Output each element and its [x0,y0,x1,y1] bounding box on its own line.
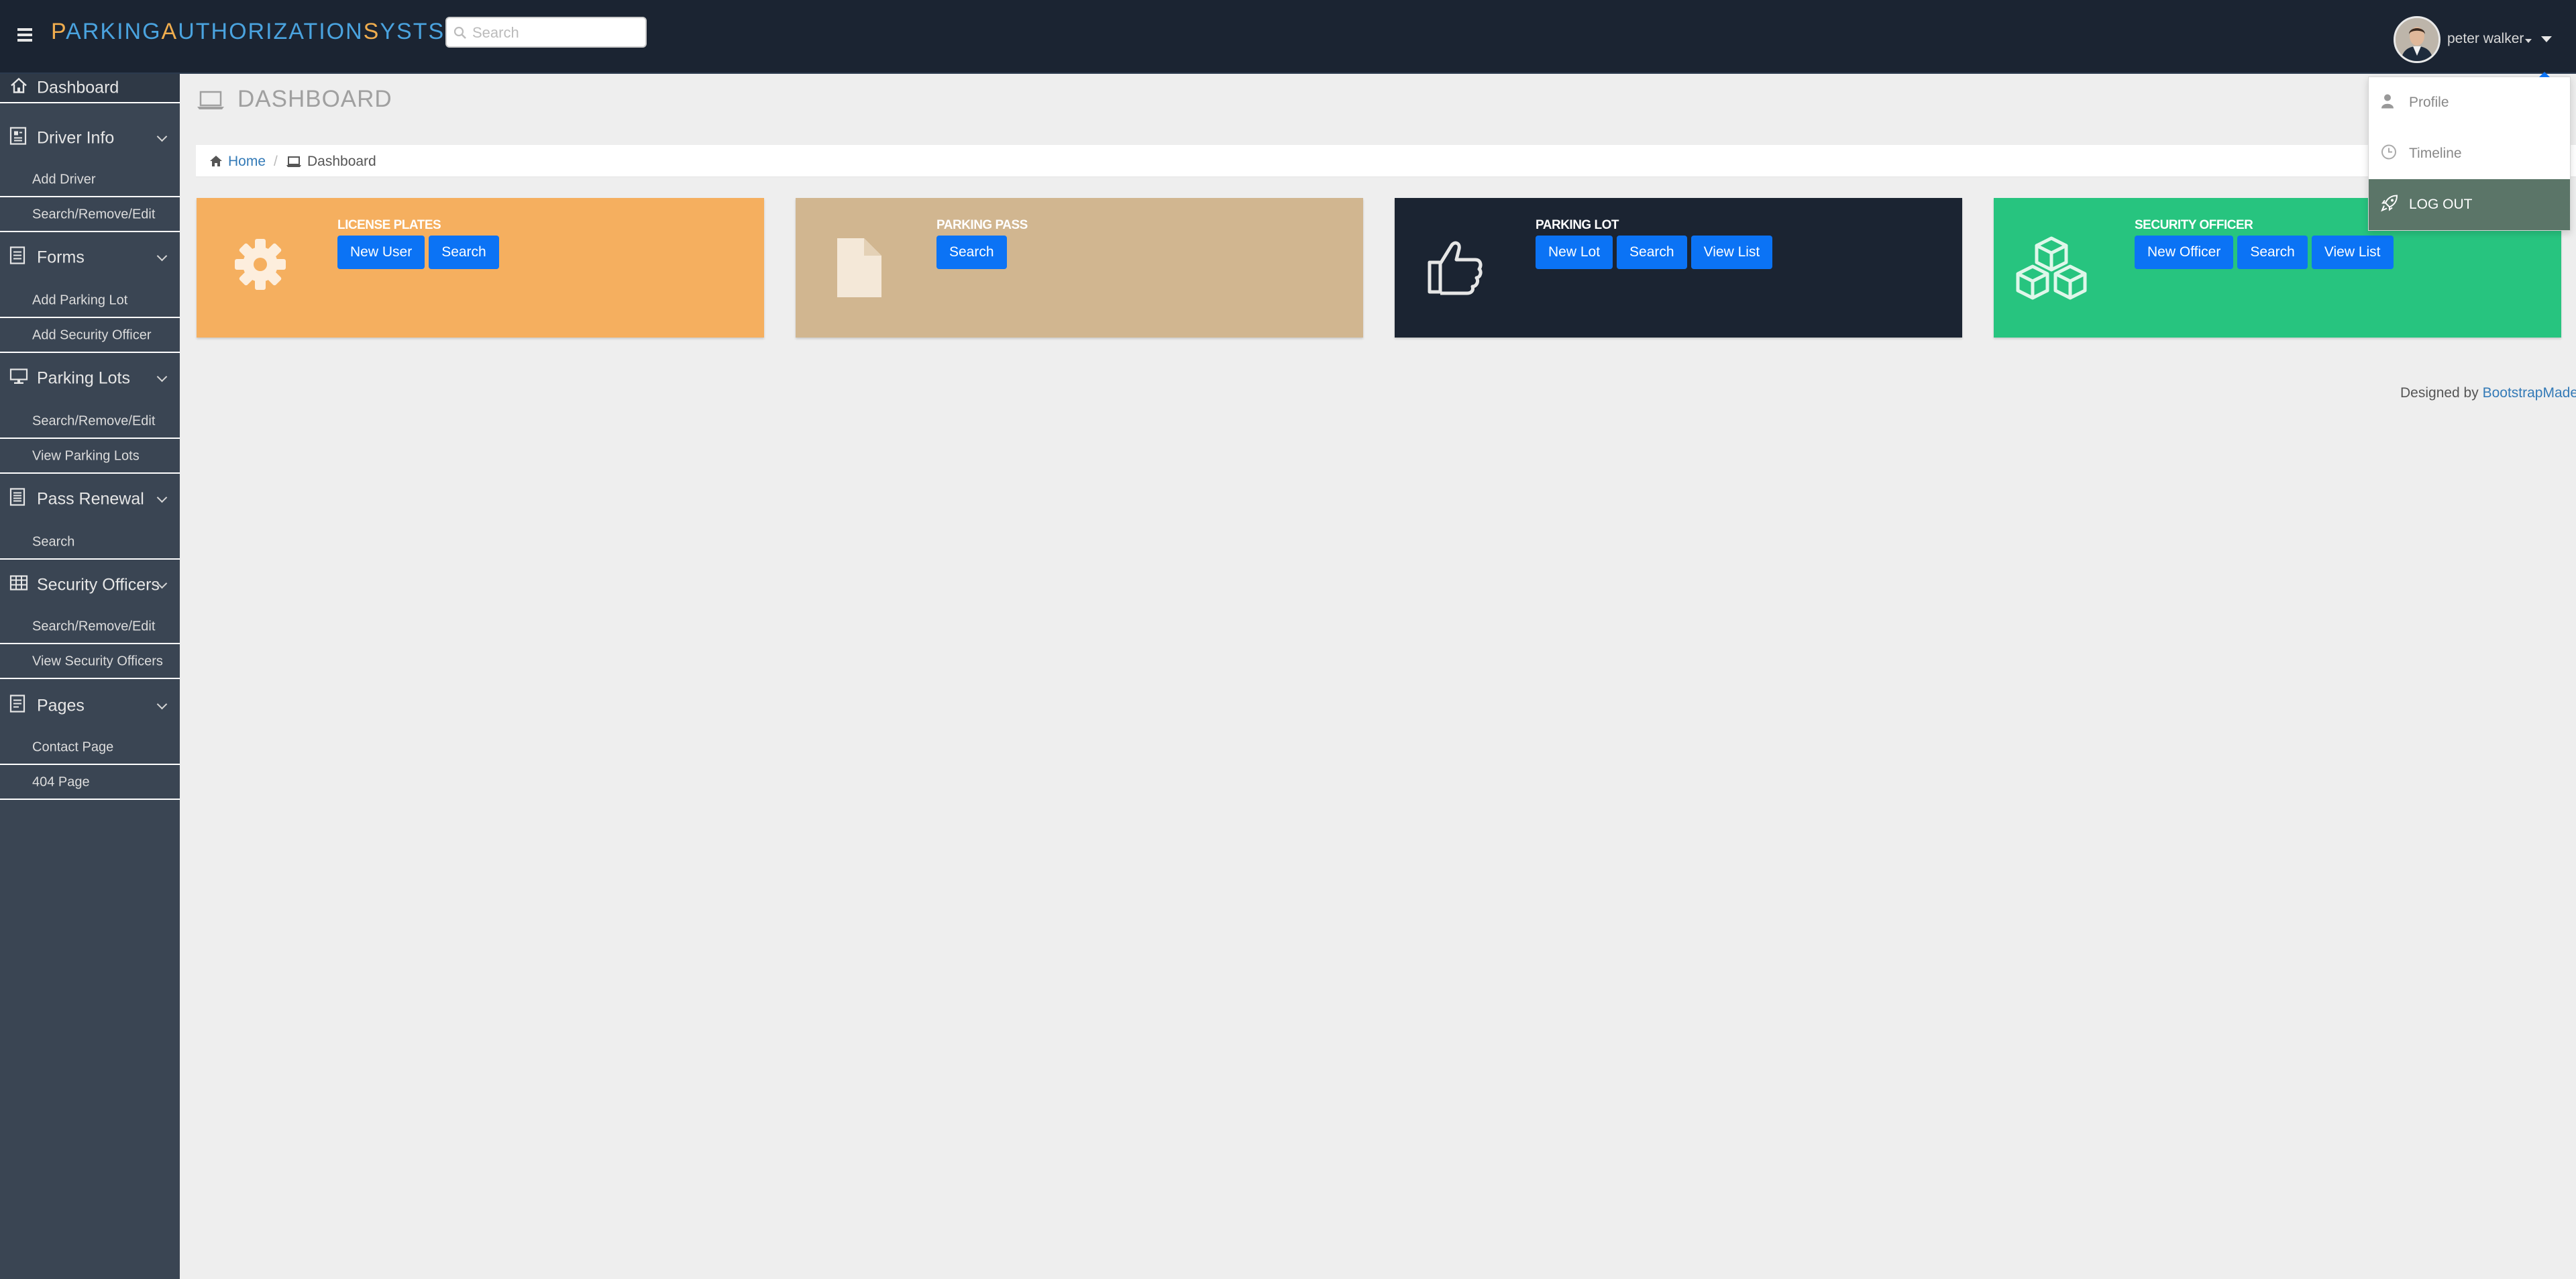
laptop-icon [197,91,224,109]
sidebar: Dashboard Driver Info Add Driver Search/… [0,74,180,1279]
home-icon [9,77,28,99]
breadcrumb-current: Dashboard [286,154,376,170]
sidebar-item-view-security-officers[interactable]: View Security Officers [0,646,180,679]
thumbs-up-icon [1428,241,1483,295]
license-search-button[interactable]: Search [429,236,499,269]
chevron-down-icon [156,131,168,142]
timeline-menu-item[interactable]: Timeline [2369,128,2570,179]
card-title: SECURITY OFFICER [2135,218,2253,232]
avatar[interactable] [2394,16,2440,63]
sidebar-item-add-parking-lot[interactable]: Add Parking Lot [0,285,180,318]
list-icon [9,488,25,511]
search-icon [453,26,466,39]
chevron-down-icon [156,492,168,503]
document-icon [9,246,25,270]
sidebar-item-forms[interactable]: Forms [0,242,180,274]
chevron-down-icon [156,699,168,710]
search-input[interactable] [471,22,641,44]
officer-view-list-button[interactable]: View List [2311,236,2394,269]
caret-down-icon[interactable] [2525,39,2532,43]
dropdown-pointer [2539,72,2550,77]
clock-icon [2381,144,2397,164]
brand-title[interactable]: PARKINGAUTHORIZATIONSYSTSEM [51,19,482,45]
top-bar: PARKINGAUTHORIZATIONSYSTSEM peter walker [0,0,2576,74]
sidebar-item-pass-search[interactable]: Search [0,526,180,560]
menu-toggle-icon[interactable] [17,25,32,46]
card-title: PARKING PASS [936,218,1028,232]
sidebar-item-view-parking-lots[interactable]: View Parking Lots [0,440,180,474]
pages-icon [9,695,25,718]
table-icon [9,574,28,597]
sidebar-item-parking-lots[interactable]: Parking Lots [0,362,180,395]
lot-view-list-button[interactable]: View List [1690,236,1773,269]
footer-credit: Designed by BootstrapMade [2400,385,2576,401]
lot-search-button[interactable]: Search [1617,236,1687,269]
profile-menu-item[interactable]: Profile [2369,77,2570,128]
dropdown-caret-icon[interactable] [2541,36,2552,42]
sidebar-item-dashboard[interactable]: Dashboard [0,74,180,103]
sidebar-item-lots-search[interactable]: Search/Remove/Edit [0,405,180,439]
chevron-down-icon [156,371,168,382]
sidebar-item-driver-search[interactable]: Search/Remove/Edit [0,199,180,232]
new-user-button[interactable]: New User [337,236,425,269]
breadcrumb: Home / Dashboard [196,145,2576,177]
home-icon [210,156,222,166]
sidebar-item-add-security-officer[interactable]: Add Security Officer [0,319,180,353]
sidebar-item-add-driver[interactable]: Add Driver [0,164,180,197]
gear-icon [235,239,286,290]
officer-search-button[interactable]: Search [2237,236,2308,269]
user-dropdown-menu: Profile Timeline LOG OUT [2368,72,2571,231]
user-name[interactable]: peter walker [2447,31,2524,47]
user-icon [2381,93,2394,113]
sidebar-item-pass-renewal[interactable]: Pass Renewal [0,483,180,515]
card-title: LICENSE PLATES [337,218,441,232]
bootstrapmade-link[interactable]: BootstrapMade [2483,385,2576,401]
card-license-plates: LICENSE PLATES New User Search [197,198,764,338]
card-parking-pass: PARKING PASS Search [796,198,1363,338]
search-box [445,17,647,48]
breadcrumb-home-link[interactable]: Home [209,154,266,170]
new-lot-button[interactable]: New Lot [1536,236,1613,269]
sidebar-item-driver-info[interactable]: Driver Info [0,122,180,154]
card-title: PARKING LOT [1536,218,1619,232]
sidebar-item-pages[interactable]: Pages [0,690,180,722]
chevron-down-icon [156,250,168,262]
laptop-icon [286,156,301,167]
rocket-icon [2381,195,2398,215]
sidebar-item-security-officers[interactable]: Security Officers [0,569,180,601]
new-officer-button[interactable]: New Officer [2135,236,2234,269]
pass-search-button[interactable]: Search [936,236,1007,269]
logout-menu-item[interactable]: LOG OUT [2369,179,2570,230]
sidebar-item-officers-search[interactable]: Search/Remove/Edit [0,611,180,644]
address-book-icon [9,127,27,150]
cubes-icon [2016,236,2087,300]
card-parking-lot: PARKING LOT New Lot Search View List [1395,198,1962,338]
sidebar-item-404-page[interactable]: 404 Page [0,766,180,800]
sidebar-item-contact-page[interactable]: Contact Page [0,731,180,765]
breadcrumb-separator: / [274,154,278,169]
monitor-icon [9,368,28,390]
file-icon [837,238,881,297]
